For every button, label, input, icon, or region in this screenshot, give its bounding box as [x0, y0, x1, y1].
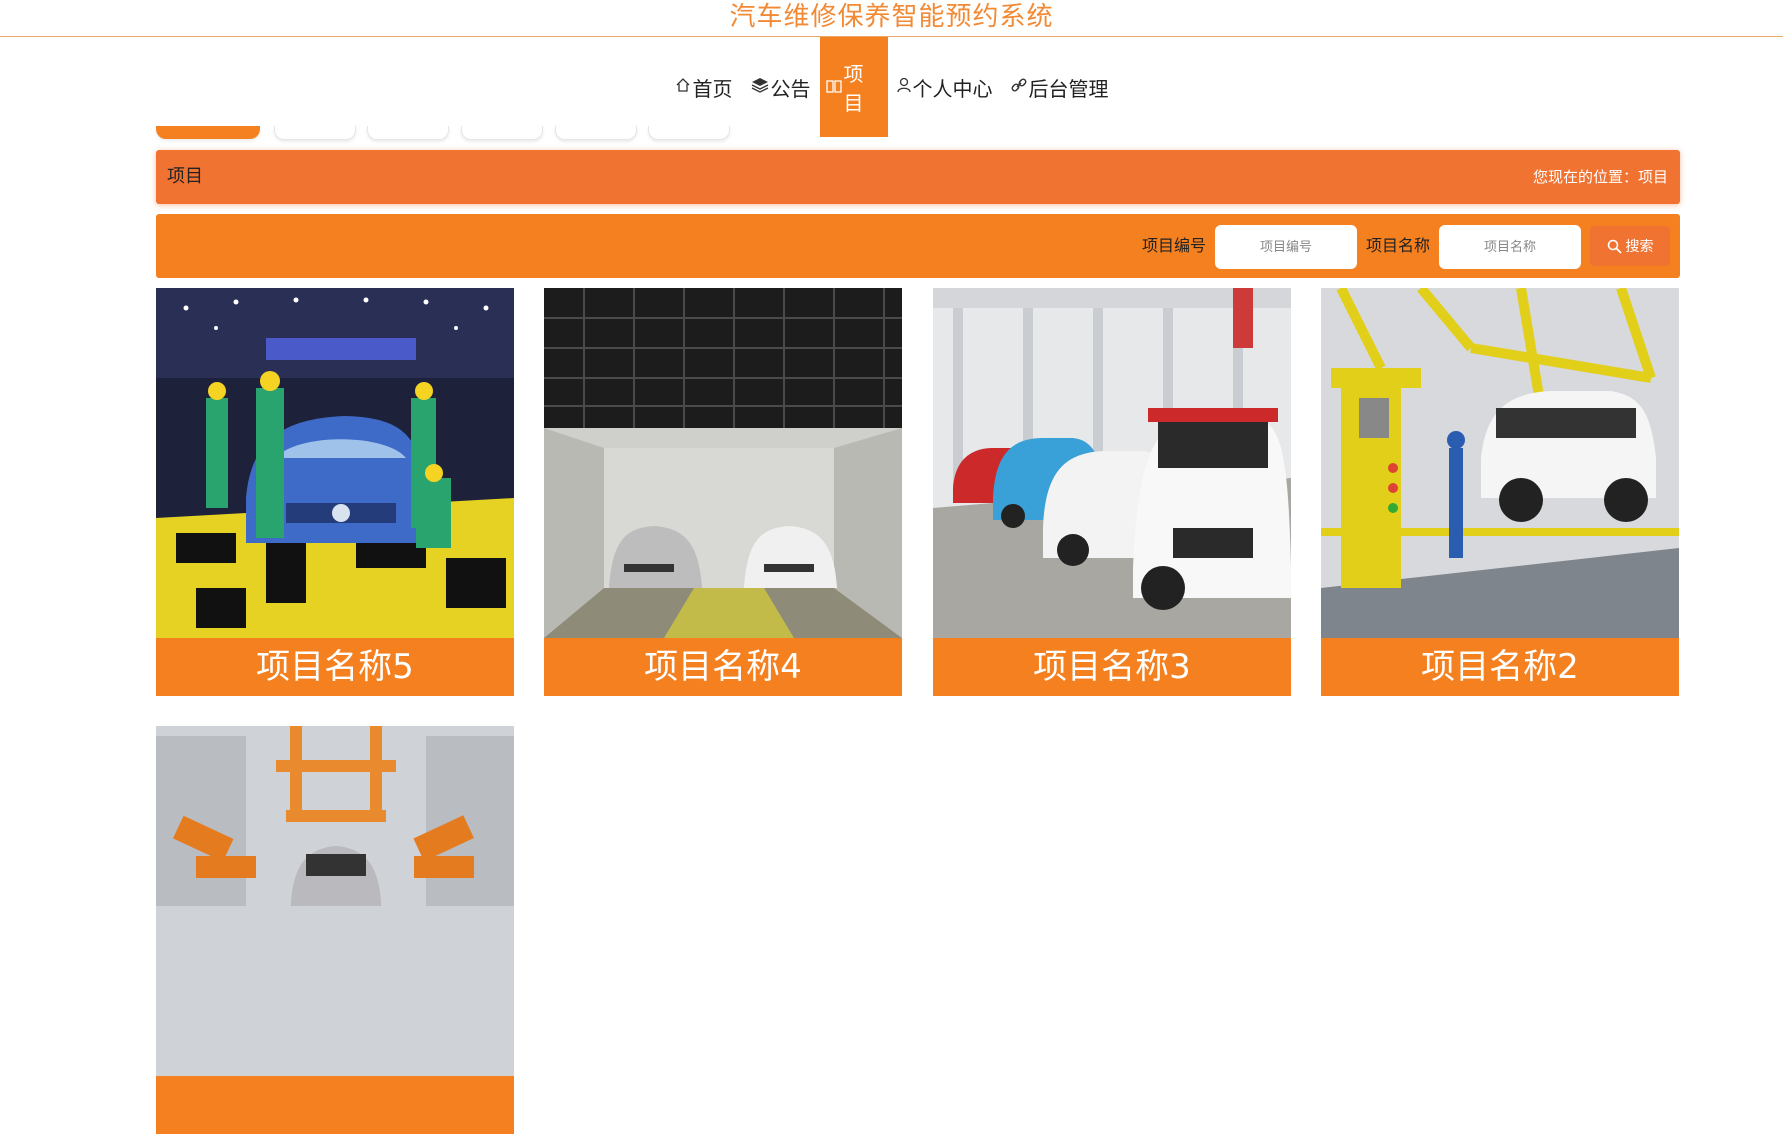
page-title: 项目: [167, 166, 203, 187]
site-header: 汽车维修保养智能预约系统: [0, 0, 1783, 37]
project-code-label: 项目编号: [1142, 236, 1207, 255]
site-title: 汽车维修保养智能预约系统: [729, 2, 1054, 32]
layers-icon: [751, 77, 769, 97]
search-icon: [1607, 239, 1622, 254]
nav-item-projects[interactable]: 项目: [819, 37, 888, 137]
link-icon: [1011, 77, 1027, 97]
project-name-input[interactable]: [1439, 225, 1581, 269]
location-prefix: 您现在的位置：: [1532, 168, 1638, 186]
nav-label-home: 首页: [692, 76, 733, 101]
project-image: [933, 288, 1291, 638]
tab-deco: [461, 126, 543, 140]
project-name: [156, 1076, 514, 1134]
nav-label-projects: 项目: [843, 62, 864, 115]
location-indicator: 您现在的位置：项目: [1533, 150, 1668, 204]
user-icon: [896, 77, 911, 97]
search-bar: 项目编号 项目名称 搜索: [156, 214, 1680, 278]
project-name: 项目名称5: [256, 647, 414, 687]
home-icon: [675, 77, 691, 97]
project-name: 项目名称4: [644, 647, 802, 687]
nav-item-profile[interactable]: 个人中心: [888, 37, 1002, 137]
project-name: 项目名称3: [1033, 647, 1191, 687]
tab-deco: [274, 126, 356, 140]
nav-label-notice: 公告: [770, 76, 811, 101]
nav-label-profile: 个人中心: [912, 76, 993, 101]
nav-label-admin: 后台管理: [1028, 76, 1109, 101]
search-button[interactable]: 搜索: [1590, 226, 1670, 266]
project-name-label: 项目名称: [1366, 236, 1431, 255]
project-card[interactable]: 项目名称4: [544, 288, 902, 696]
project-card[interactable]: 项目名称5: [156, 288, 514, 696]
project-card[interactable]: [156, 726, 514, 1134]
project-image: [156, 726, 514, 1076]
tab-deco: [648, 126, 730, 140]
location-current: 项目: [1637, 168, 1668, 186]
nav-item-home[interactable]: 首页: [666, 37, 742, 137]
tab-deco: [367, 126, 449, 140]
main-nav: 首页 公告 项目 个人中心 后台管理: [0, 37, 1783, 137]
project-name: 项目名称2: [1421, 647, 1579, 687]
breadcrumb: 项目 您现在的位置：项目: [156, 150, 1680, 204]
project-image: [156, 288, 514, 638]
project-image: [1321, 288, 1679, 638]
nav-item-notice[interactable]: 公告: [742, 37, 820, 137]
search-button-label: 搜索: [1625, 239, 1654, 255]
tab-deco: [156, 126, 260, 139]
tab-deco: [555, 126, 637, 140]
project-code-input[interactable]: [1215, 225, 1357, 269]
nav-item-admin[interactable]: 后台管理: [1002, 37, 1118, 137]
book-icon: [825, 78, 842, 97]
project-card[interactable]: 项目名称3: [933, 288, 1291, 696]
project-image: [544, 288, 902, 638]
project-card[interactable]: 项目名称2: [1321, 288, 1679, 696]
